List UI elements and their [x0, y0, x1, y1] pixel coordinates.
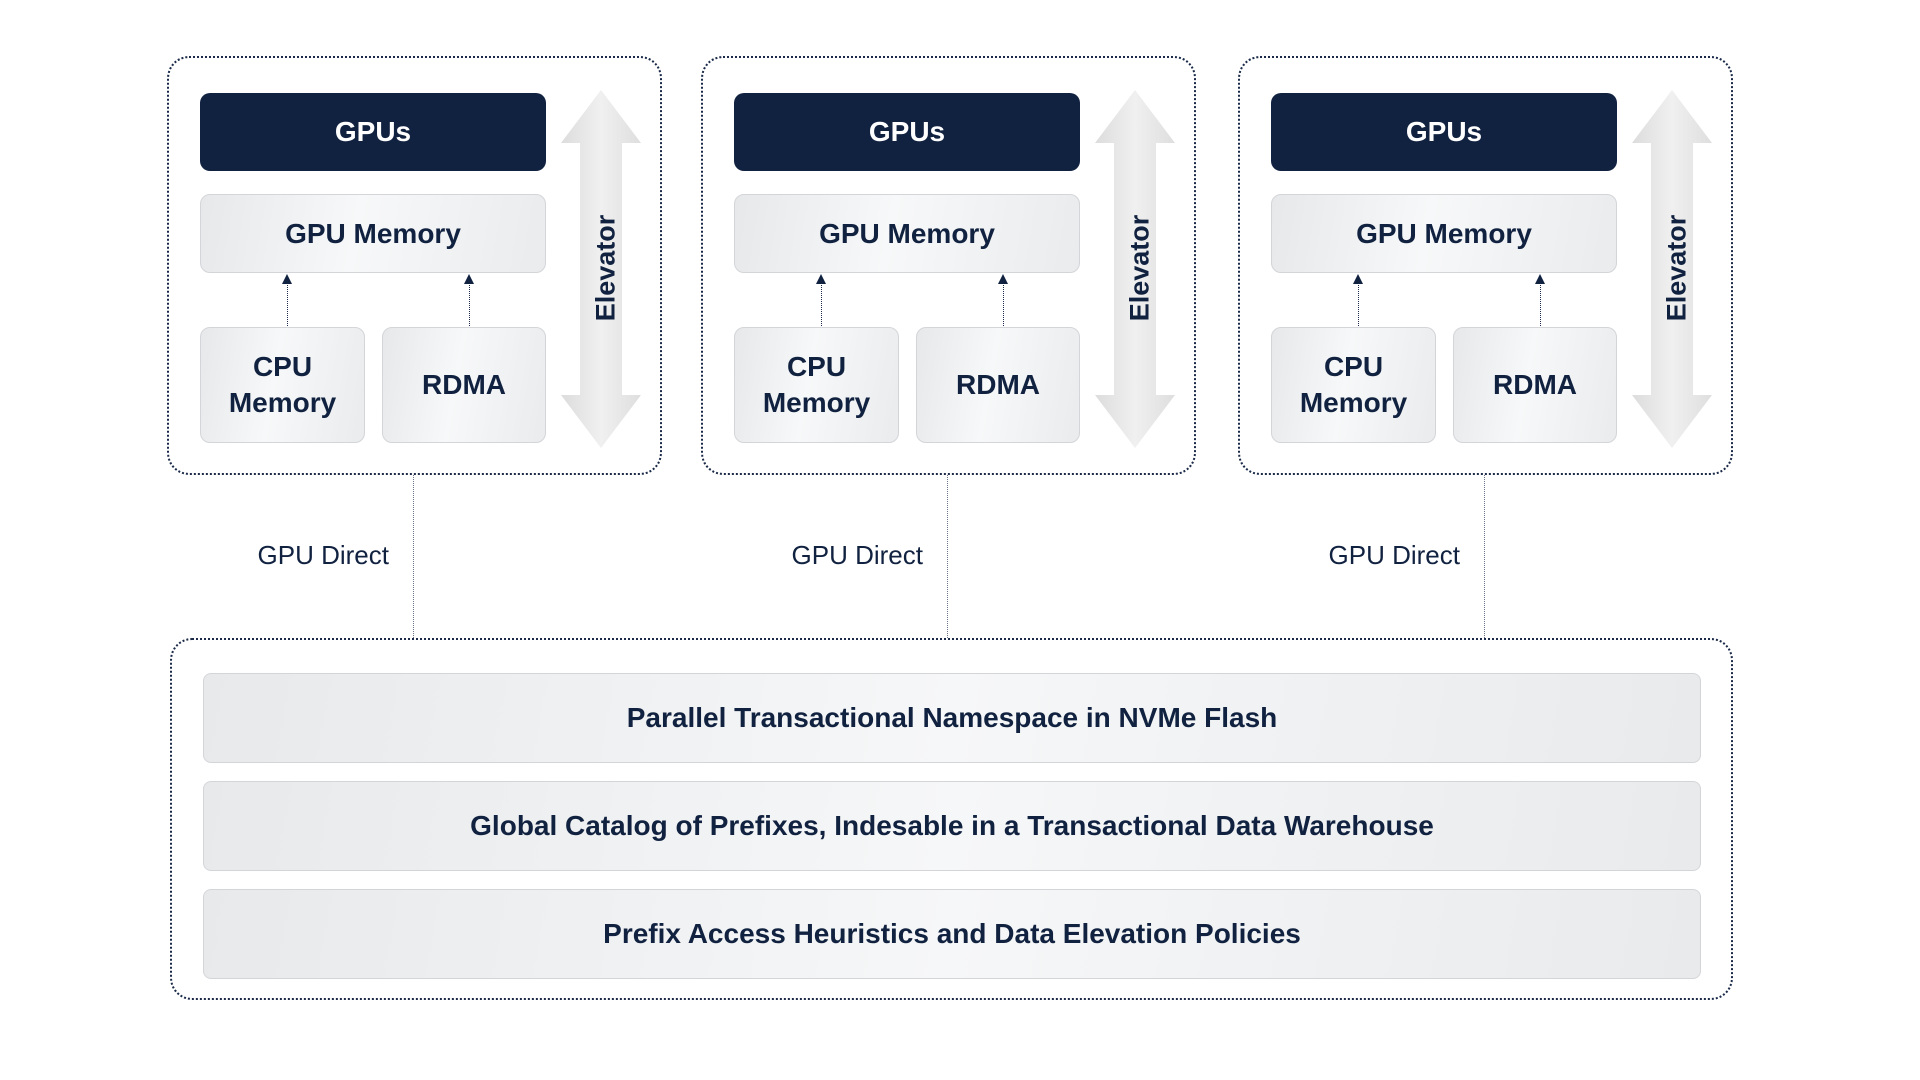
rdma-block: RDMA [1453, 327, 1617, 443]
compute-node-3: GPUs GPU Memory CPU Memory RDMA Elevator [1238, 56, 1733, 475]
gpu-direct-connector-2 [947, 475, 948, 638]
gpu-direct-label-3: GPU Direct [1328, 540, 1460, 570]
elevator-label: Elevator [1124, 214, 1155, 322]
gpu-memory-block: GPU Memory [734, 194, 1080, 273]
gpus-block: GPUs [734, 93, 1080, 171]
namespace-layer: Parallel Transactional Namespace in NVMe… [203, 673, 1701, 763]
cpu-to-gpu-arrow-icon [282, 274, 292, 326]
cpu-memory-block: CPU Memory [734, 327, 899, 443]
compute-node-2: GPUs GPU Memory CPU Memory RDMA Elevator [701, 56, 1196, 475]
gpu-memory-block: GPU Memory [1271, 194, 1617, 273]
gpus-block: GPUs [200, 93, 546, 171]
rdma-to-gpu-arrow-icon [1535, 274, 1545, 326]
gpu-memory-block: GPU Memory [200, 194, 546, 273]
storage-layer-panel: Parallel Transactional Namespace in NVMe… [170, 638, 1733, 1000]
compute-node-1: GPUs GPU Memory CPU Memory RDMA Elevator [167, 56, 662, 475]
gpu-direct-connector-1 [413, 475, 414, 638]
elevator-label: Elevator [590, 214, 621, 322]
heuristics-layer: Prefix Access Heuristics and Data Elevat… [203, 889, 1701, 979]
rdma-block: RDMA [916, 327, 1080, 443]
gpu-direct-label-1: GPU Direct [257, 540, 389, 570]
gpu-direct-connector-3 [1484, 475, 1485, 638]
cpu-to-gpu-arrow-icon [1353, 274, 1363, 326]
rdma-to-gpu-arrow-icon [998, 274, 1008, 326]
cpu-memory-block: CPU Memory [1271, 327, 1436, 443]
rdma-block: RDMA [382, 327, 546, 443]
rdma-to-gpu-arrow-icon [464, 274, 474, 326]
cpu-to-gpu-arrow-icon [816, 274, 826, 326]
gpus-block: GPUs [1271, 93, 1617, 171]
elevator-label: Elevator [1661, 214, 1692, 322]
gpu-direct-label-2: GPU Direct [791, 540, 923, 570]
cpu-memory-block: CPU Memory [200, 327, 365, 443]
catalog-layer: Global Catalog of Prefixes, Indesable in… [203, 781, 1701, 871]
